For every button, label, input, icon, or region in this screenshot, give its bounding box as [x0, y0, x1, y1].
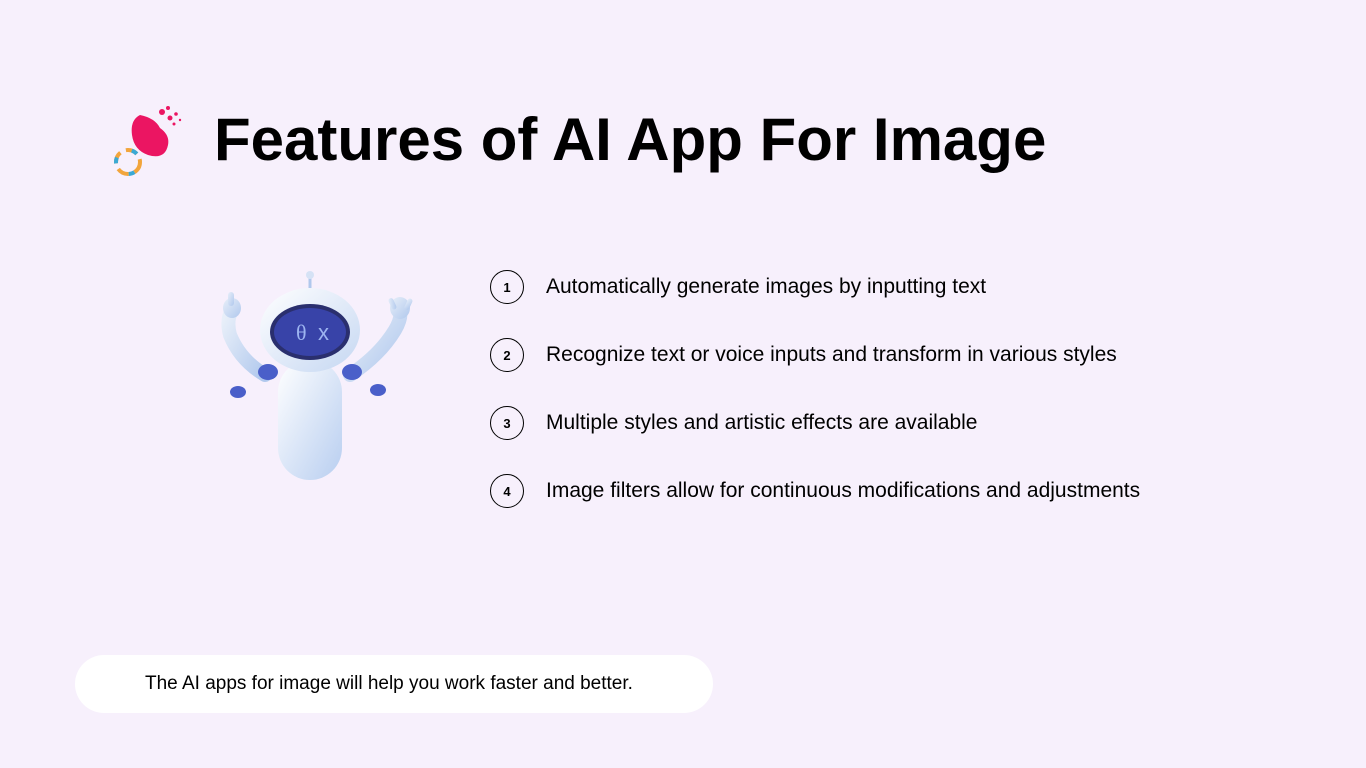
content: θ x 1 Automatically generate images by i…: [0, 180, 1366, 508]
feature-number: 3: [490, 406, 524, 440]
feature-text: Automatically generate images by inputti…: [546, 275, 986, 299]
feature-item: 4 Image filters allow for continuous mod…: [490, 474, 1140, 508]
feature-number: 4: [490, 474, 524, 508]
robot-illustration: θ x: [190, 260, 430, 500]
feature-number: 2: [490, 338, 524, 372]
feature-number: 1: [490, 270, 524, 304]
footer-caption: The AI apps for image will help you work…: [75, 655, 713, 713]
page-title: Features of AI App For Image: [214, 107, 1046, 173]
svg-text:θ: θ: [296, 320, 307, 345]
feature-text: Recognize text or voice inputs and trans…: [546, 343, 1117, 367]
feature-item: 3 Multiple styles and artistic effects a…: [490, 406, 1140, 440]
feature-item: 2 Recognize text or voice inputs and tra…: [490, 338, 1140, 372]
feature-text: Image filters allow for continuous modif…: [546, 479, 1140, 503]
header: Features of AI App For Image: [0, 0, 1366, 180]
feature-list: 1 Automatically generate images by input…: [490, 260, 1140, 508]
feature-text: Multiple styles and artistic effects are…: [546, 411, 977, 435]
svg-text:x: x: [318, 320, 329, 345]
logo-icon: [110, 100, 190, 180]
feature-item: 1 Automatically generate images by input…: [490, 270, 1140, 304]
